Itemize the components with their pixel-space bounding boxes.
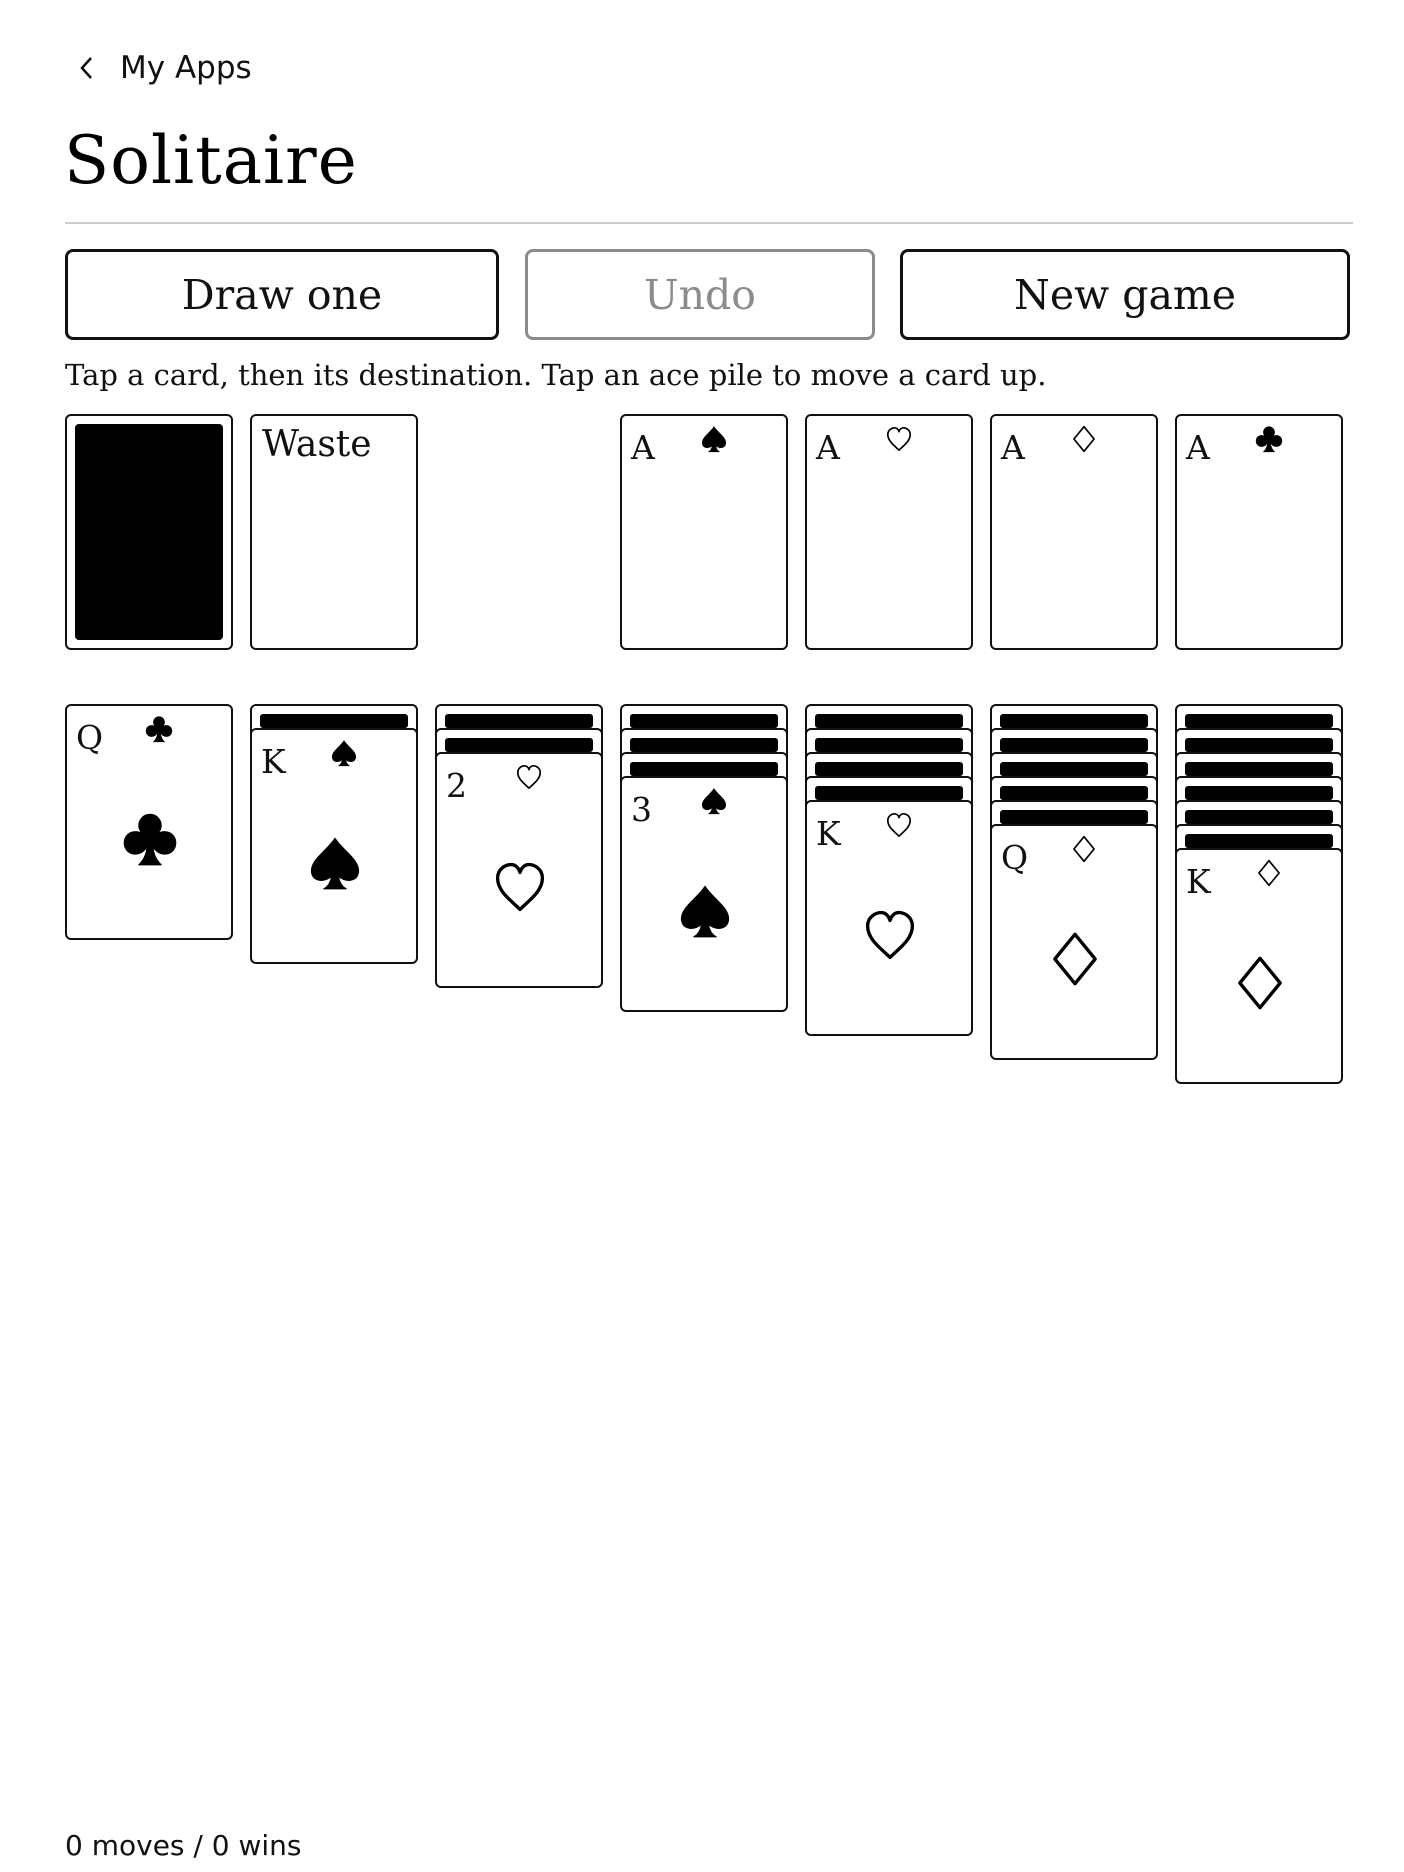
tableau-card-K-spade[interactable]: K <box>250 728 418 964</box>
card-rank: 2 <box>446 766 467 805</box>
instructions-text: Tap a card, then its destination. Tap an… <box>65 358 1047 392</box>
chevron-left-icon <box>80 57 92 79</box>
draw-one-button[interactable]: Draw one <box>65 249 499 340</box>
foundation-pile-spade[interactable]: A <box>620 414 788 650</box>
title-divider <box>65 222 1353 224</box>
game-stats: 0 moves / 0 wins <box>65 1829 302 1862</box>
diamond-icon <box>1073 425 1095 453</box>
diamond-icon <box>1073 835 1095 863</box>
new-game-button[interactable]: New game <box>900 249 1350 340</box>
diamond-icon <box>1258 859 1280 887</box>
card-rank: A <box>631 428 655 467</box>
card-rank: A <box>1001 428 1025 467</box>
tableau-card-Q-club[interactable]: Q <box>65 704 233 940</box>
tableau-card-K-diamond[interactable]: K <box>1175 848 1343 1084</box>
heart-icon <box>495 862 545 912</box>
spade-icon <box>331 740 357 767</box>
card-rank: 3 <box>631 790 652 829</box>
card-rank: A <box>816 428 840 467</box>
diamond-icon <box>1238 956 1282 1010</box>
back-link[interactable]: My Apps <box>70 50 252 86</box>
heart-icon <box>886 812 912 838</box>
card-rank: K <box>816 814 841 853</box>
tableau-card-Q-diamond[interactable]: Q <box>990 824 1158 1060</box>
foundation-pile-diamond[interactable]: A <box>990 414 1158 650</box>
waste-label: Waste <box>262 424 372 465</box>
club-icon <box>123 813 177 866</box>
tableau-card-2-heart[interactable]: 2 <box>435 752 603 988</box>
tableau-card-3-spade[interactable]: 3 <box>620 776 788 1012</box>
diamond-icon <box>1053 932 1097 986</box>
heart-icon <box>886 426 912 452</box>
spade-icon <box>680 885 730 938</box>
back-link-label: My Apps <box>120 50 252 86</box>
heart-icon <box>865 910 915 960</box>
spade-icon <box>701 788 727 815</box>
card-rank: Q <box>76 718 104 757</box>
heart-icon <box>516 764 542 790</box>
card-rank: A <box>1186 428 1210 467</box>
foundation-pile-club[interactable]: A <box>1175 414 1343 650</box>
undo-button[interactable]: Undo <box>525 249 875 340</box>
foundation-pile-heart[interactable]: A <box>805 414 973 650</box>
spade-icon <box>310 837 360 890</box>
card-rank: Q <box>1001 838 1029 877</box>
card-rank: K <box>261 742 286 781</box>
waste-pile[interactable]: Waste <box>250 414 418 650</box>
page-title: Solitaire <box>64 122 358 199</box>
card-rank: K <box>1186 862 1211 901</box>
spade-icon <box>701 426 727 453</box>
tableau-card-K-heart[interactable]: K <box>805 800 973 1036</box>
club-icon <box>145 716 173 743</box>
club-icon <box>1255 426 1283 453</box>
stock-pile[interactable] <box>65 414 233 650</box>
